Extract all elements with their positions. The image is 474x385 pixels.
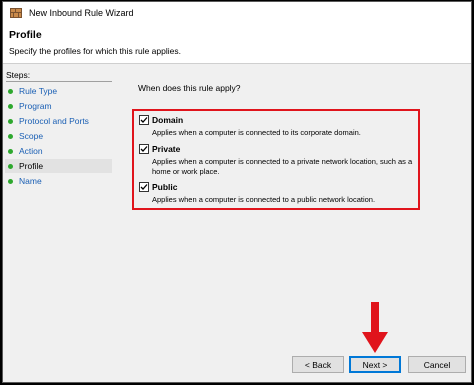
sidebar-item-label: Protocol and Ports [19,116,89,126]
page-title: Profile [9,29,42,41]
wizard-content: When does this rule apply? Domain Applie… [116,65,471,382]
profile-question: When does this rule apply? [138,83,241,93]
check-icon [140,184,148,190]
private-checkbox[interactable] [139,144,149,154]
step-bullet-icon [8,88,13,94]
public-description: Applies when a computer is connected to … [152,195,376,204]
sidebar-item-action[interactable]: Action [5,144,112,158]
public-checkbox[interactable] [139,182,149,192]
step-bullet-icon [8,148,13,154]
step-bullet-icon [8,103,13,109]
steps-sidebar: Steps: Rule Type Program Protocol and Po… [3,65,116,382]
public-label[interactable]: Public [152,182,178,192]
steps-heading: Steps: [6,70,31,80]
next-button[interactable]: Next > [349,356,401,373]
sidebar-item-label: Program [19,101,52,111]
profile-option-domain: Domain Applies when a computer is connec… [139,115,417,138]
sidebar-item-label: Profile [19,161,44,171]
title-bar: New Inbound Rule Wizard [3,2,471,24]
page-header: Profile Specify the profiles for which t… [3,24,471,64]
sidebar-item-label: Scope [19,131,44,141]
window-title: New Inbound Rule Wizard [29,8,134,18]
cancel-button[interactable]: Cancel [408,356,466,373]
private-description: Applies when a computer is connected to … [152,157,413,176]
wizard-window: New Inbound Rule Wizard Profile Specify … [2,1,472,383]
sidebar-item-rule-type[interactable]: Rule Type [5,84,112,98]
step-bullet-icon [8,118,13,124]
steps-divider [6,81,112,82]
sidebar-item-scope[interactable]: Scope [5,129,112,143]
profile-option-private: Private Applies when a computer is conne… [139,144,417,176]
page-subtitle: Specify the profiles for which this rule… [9,46,181,56]
sidebar-item-label: Name [19,176,42,186]
sidebar-item-program[interactable]: Program [5,99,112,113]
back-button[interactable]: < Back [292,356,344,373]
firewall-icon [10,8,22,18]
step-bullet-icon [8,133,13,139]
check-icon [140,117,148,123]
red-arrow-annotation-icon [362,302,388,353]
profile-option-public: Public Applies when a computer is connec… [139,182,417,205]
sidebar-item-protocol-and-ports[interactable]: Protocol and Ports [5,114,112,128]
domain-checkbox[interactable] [139,115,149,125]
domain-description: Applies when a computer is connected to … [152,128,361,137]
domain-label[interactable]: Domain [152,115,183,125]
step-bullet-icon [8,163,13,169]
check-icon [140,146,148,152]
sidebar-item-label: Action [19,146,43,156]
sidebar-item-label: Rule Type [19,86,58,96]
private-label[interactable]: Private [152,144,180,154]
step-bullet-icon [8,178,13,184]
sidebar-item-profile[interactable]: Profile [5,159,112,173]
sidebar-item-name[interactable]: Name [5,174,112,188]
profile-options-highlight: Domain Applies when a computer is connec… [132,109,420,210]
